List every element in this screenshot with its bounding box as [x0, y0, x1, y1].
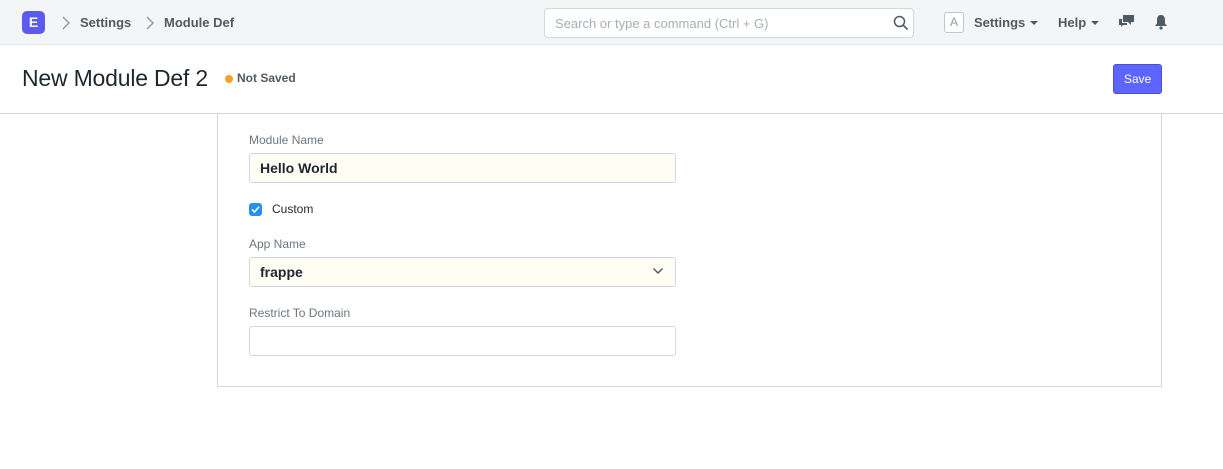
avatar[interactable]: A	[944, 12, 964, 33]
save-button[interactable]: Save	[1113, 64, 1162, 94]
chevron-right-icon	[62, 16, 70, 30]
module-name-field[interactable]	[249, 153, 676, 183]
search-input[interactable]	[544, 8, 914, 38]
app-logo[interactable]: E	[22, 11, 45, 34]
bell-icon[interactable]	[1154, 14, 1168, 30]
custom-checkbox[interactable]	[249, 203, 262, 216]
breadcrumb-module-def[interactable]: Module Def	[164, 15, 234, 30]
chat-icon[interactable]	[1118, 14, 1135, 29]
app-name-label: App Name	[249, 237, 306, 251]
help-dropdown-label: Help	[1058, 15, 1087, 30]
checkmark-icon	[251, 206, 260, 214]
breadcrumb-settings[interactable]: Settings	[80, 15, 131, 30]
help-dropdown[interactable]: Help	[1058, 15, 1100, 30]
settings-dropdown-label: Settings	[974, 15, 1026, 30]
chevron-right-icon	[146, 16, 154, 30]
chevron-down-icon[interactable]	[652, 267, 664, 275]
custom-checkbox-label: Custom	[272, 202, 314, 216]
settings-dropdown[interactable]: Settings	[974, 15, 1039, 30]
page-header: New Module Def 2 Not Saved Save	[0, 45, 1223, 114]
form-section: Module Name Custom App Name Restrict To …	[217, 114, 1162, 387]
module-name-label: Module Name	[249, 133, 324, 147]
restrict-to-domain-field[interactable]	[249, 326, 676, 356]
search-icon[interactable]	[893, 15, 909, 31]
caret-down-icon	[1030, 21, 1039, 25]
app-name-select[interactable]	[249, 257, 676, 287]
page-title: New Module Def 2	[22, 65, 208, 91]
caret-down-icon	[1091, 21, 1100, 25]
status-badge: Not Saved	[237, 71, 296, 85]
restrict-to-domain-label: Restrict To Domain	[249, 306, 351, 320]
status-indicator-dot	[225, 75, 233, 83]
top-navbar: E Settings Module Def A Settings Help	[0, 0, 1223, 45]
